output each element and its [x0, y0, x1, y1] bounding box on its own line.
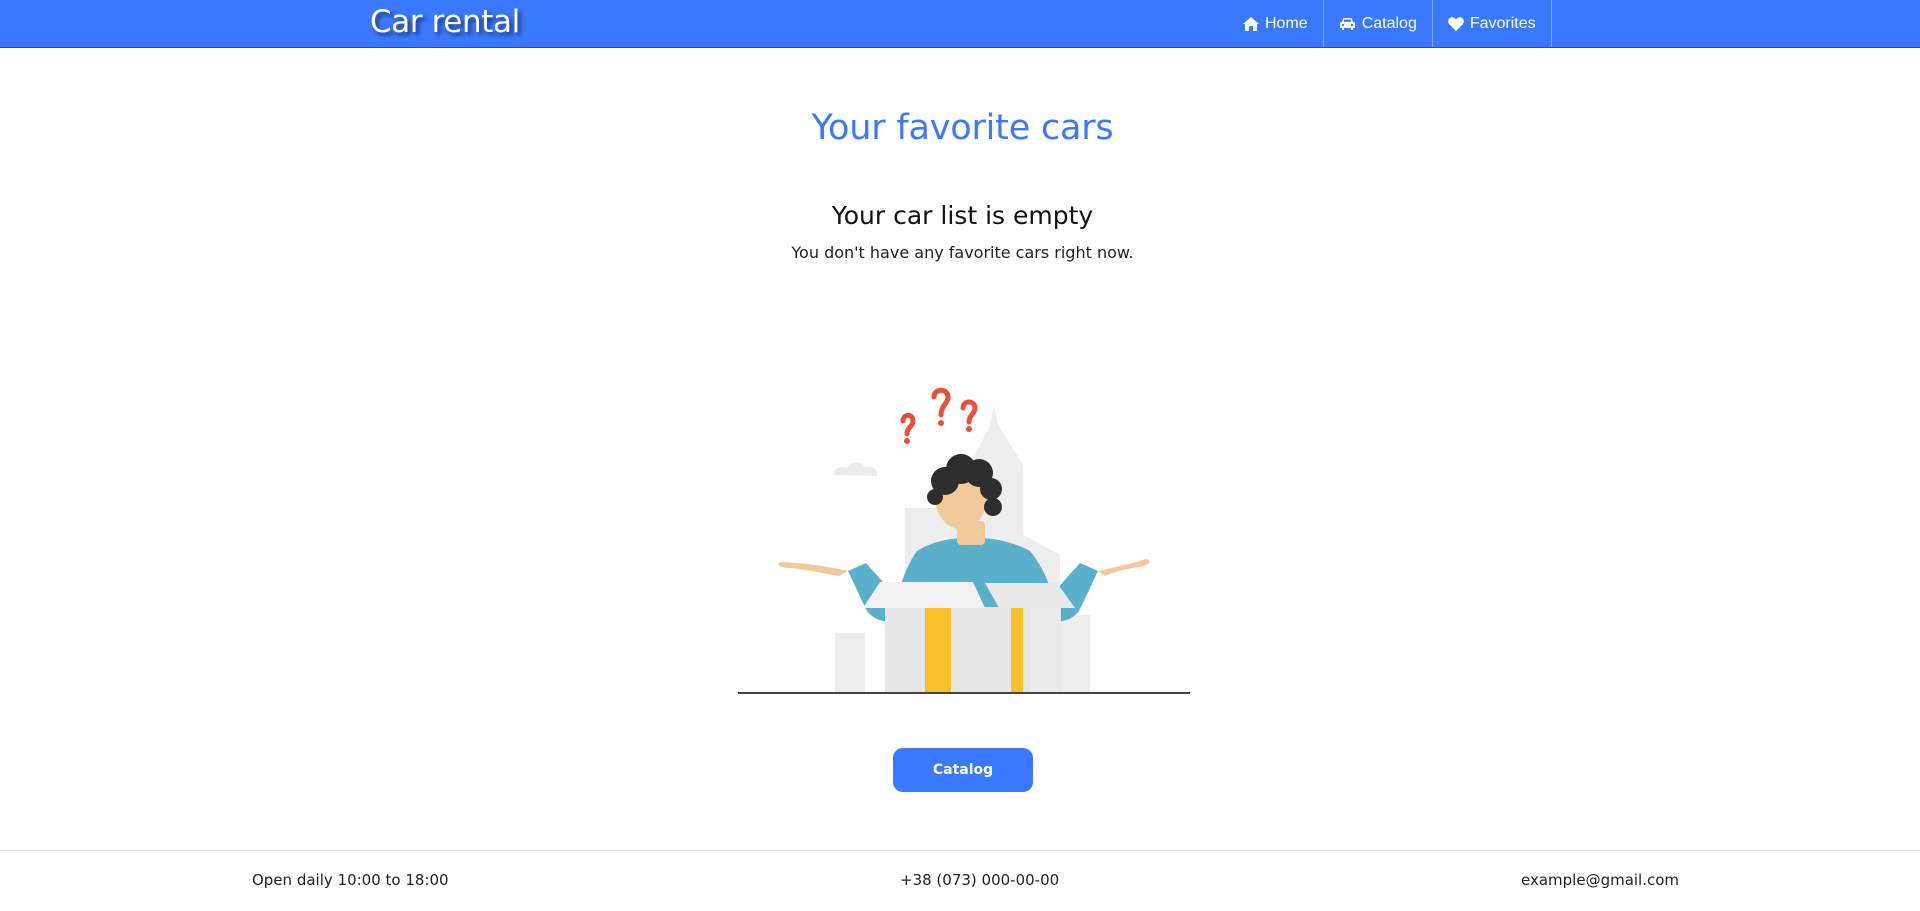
- brand-logo[interactable]: Car rental: [370, 3, 520, 41]
- nav-item-label: Catalog: [1361, 14, 1417, 32]
- car-icon: [1339, 17, 1356, 31]
- top-navbar: Car rental Home Catalog Favorites: [0, 0, 1920, 47]
- home-icon: [1243, 16, 1259, 31]
- box: [863, 582, 1075, 693]
- nav-item-favorites[interactable]: Favorites: [1433, 0, 1552, 47]
- right-hand: [1098, 559, 1150, 576]
- question-marks: [900, 387, 978, 437]
- empty-state-text: You don't have any favorite cars right n…: [791, 243, 1134, 262]
- empty-state-heading: Your car list is empty: [831, 201, 1094, 230]
- main-nav: Home Catalog Favorites: [1228, 0, 1552, 47]
- nav-item-home[interactable]: Home: [1228, 0, 1324, 47]
- nav-item-label: Home: [1265, 14, 1308, 32]
- page-title: Your favorite cars: [811, 108, 1114, 148]
- left-hand: [778, 562, 848, 576]
- heart-icon: [1447, 16, 1464, 31]
- footer-email: example@gmail.com: [1521, 871, 1680, 889]
- footer: Open daily 10:00 to 18:00 +38 (073) 000-…: [0, 850, 1920, 911]
- nav-item-label: Favorites: [1469, 14, 1536, 32]
- nav-item-catalog[interactable]: Catalog: [1324, 0, 1433, 47]
- footer-hours: Open daily 10:00 to 18:00: [252, 871, 449, 889]
- catalog-button[interactable]: Catalog: [893, 748, 1033, 792]
- footer-phone: +38 (073) 000-00-00: [900, 871, 1060, 889]
- cloud-icon: [834, 462, 878, 476]
- confused-person-illustration: [735, 385, 1195, 697]
